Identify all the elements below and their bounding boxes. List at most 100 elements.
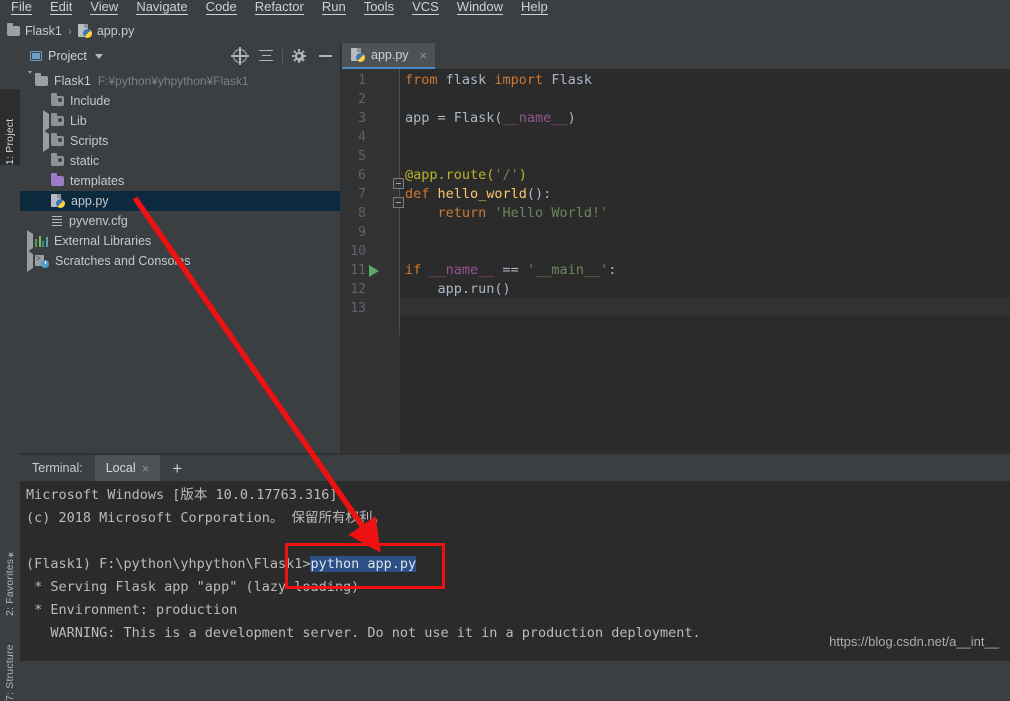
line-number: 6 — [358, 168, 366, 183]
code-token: from — [405, 72, 446, 88]
line-number: 9 — [358, 225, 366, 240]
chevron-right-icon — [42, 110, 49, 132]
source-folder-icon — [51, 113, 64, 126]
close-icon[interactable]: × — [142, 461, 150, 476]
code-line: app = Flask(__name__) — [405, 109, 1010, 128]
tree-node-flask1[interactable]: Flask1 F:¥python¥yhpython¥Flask1 — [20, 71, 342, 91]
tree-node-label: Scratches and Consoles — [55, 254, 191, 268]
tree-node-include[interactable]: Include — [20, 91, 342, 111]
line-number: 11 — [350, 263, 366, 278]
code-line: def hello_world(): — [405, 185, 1010, 204]
terminal-line: * Serving Flask app "app" (lazy loading) — [26, 579, 360, 595]
menu-item-label: Code — [205, 0, 237, 15]
tree-node-pyvenv-cfg[interactable]: pyvenv.cfg — [20, 211, 342, 231]
menu-item-label: Edit — [49, 0, 73, 15]
scratches-icon — [35, 254, 49, 268]
tree-node-lib[interactable]: Lib — [20, 110, 342, 132]
tool-tab-favorites[interactable]: 2: Favorites ★ — [0, 530, 20, 616]
code-token: app.run() — [405, 281, 511, 297]
tool-tab-project[interactable]: 1: Project — [0, 89, 20, 165]
chevron-right-icon — [26, 250, 33, 272]
menu-item-window[interactable]: Window — [448, 0, 512, 16]
project-panel: Project Flask1 F:¥python¥yhpython¥Flask1… — [20, 43, 342, 455]
project-title-label: Project — [48, 49, 87, 63]
folder-icon — [35, 73, 48, 86]
close-icon[interactable]: × — [420, 49, 428, 62]
left-tool-strip: 1: Project 2: Favorites ★ 7: Structure — [0, 43, 21, 701]
project-settings-button[interactable] — [286, 44, 312, 68]
fold-marker-icon[interactable] — [393, 197, 404, 208]
tree-expander[interactable] — [24, 71, 35, 88]
breadcrumb: Flask1 › app.py — [0, 18, 1010, 43]
code-token: flask — [445, 72, 495, 88]
code-text[interactable]: from flask import Flask app = Flask(__na… — [405, 69, 1010, 455]
breadcrumb-project[interactable]: Flask1 — [7, 22, 62, 38]
new-terminal-button[interactable]: + — [160, 455, 194, 481]
code-token: ) — [518, 167, 527, 183]
tree-node-external-libraries[interactable]: External Libraries — [20, 230, 342, 252]
menu-item-label: File — [11, 0, 32, 15]
code-line: if __name__ == '__main__': — [405, 261, 1010, 280]
tool-tab-structure[interactable]: 7: Structure — [0, 621, 20, 701]
menu-item-tools[interactable]: Tools — [355, 0, 403, 16]
collapse-all-button[interactable] — [253, 44, 279, 68]
menu-item-label: Tools — [363, 0, 395, 15]
tree-node-label: Scripts — [70, 134, 109, 148]
code-area[interactable]: 1 2 3 4 5 6 7 8 9 10 11 12 13 from flask import Flas… — [342, 69, 1010, 455]
line-number: 10 — [350, 244, 366, 259]
breadcrumb-file-label: app.py — [96, 23, 135, 38]
code-token: __name__ — [502, 110, 568, 126]
code-token: __name__ — [429, 262, 495, 278]
menu-item-navigate[interactable]: Navigate — [127, 0, 196, 16]
tree-expander[interactable] — [40, 130, 51, 152]
tree-node-scripts[interactable]: Scripts — [20, 130, 342, 152]
tree-node-app-py[interactable]: app.py — [20, 191, 342, 211]
python-file-icon — [77, 23, 92, 38]
menu-item-file[interactable]: File — [2, 0, 41, 16]
chevron-down-icon — [25, 71, 34, 88]
project-tree[interactable]: Flask1 F:¥python¥yhpython¥Flask1 Include Li… — [20, 71, 342, 455]
menu-item-edit[interactable]: Edit — [41, 0, 81, 16]
hide-panel-button[interactable] — [312, 44, 338, 68]
tree-expander[interactable] — [24, 230, 35, 252]
tree-node-path: F:¥python¥yhpython¥Flask1 — [97, 74, 249, 88]
plus-icon: + — [172, 458, 183, 478]
chevron-down-icon[interactable] — [94, 53, 103, 59]
minimize-icon — [318, 55, 332, 57]
folder-icon — [7, 22, 20, 36]
terminal-tab-local[interactable]: Local × — [94, 455, 161, 481]
tree-node-scratches-and-consoles[interactable]: Scratches and Consoles — [20, 250, 342, 272]
line-number: 3 — [358, 111, 366, 126]
locate-file-button[interactable] — [227, 44, 253, 68]
line-number: 7 — [358, 187, 366, 202]
menu-item-vcs[interactable]: VCS — [403, 0, 448, 16]
code-line: app.run() — [405, 280, 1010, 299]
tree-expander[interactable] — [40, 110, 51, 132]
editor-gutter[interactable]: 1 2 3 4 5 6 7 8 9 10 11 12 13 — [342, 69, 400, 455]
menu-item-label: Window — [456, 0, 504, 15]
breadcrumb-file[interactable]: app.py — [77, 23, 135, 38]
tree-expander[interactable] — [24, 250, 35, 272]
menu-item-label: Navigate — [136, 0, 188, 15]
menu-item-help[interactable]: Help — [512, 0, 557, 16]
menu-item-run[interactable]: Run — [313, 0, 355, 16]
menu-item-refactor[interactable]: Refactor — [246, 0, 313, 16]
tree-node-templates[interactable]: templates — [20, 171, 342, 191]
run-gutter-icon[interactable] — [369, 265, 379, 277]
project-title[interactable]: Project — [30, 49, 103, 63]
fold-marker-icon[interactable] — [393, 178, 404, 189]
project-toolbar: Project — [20, 43, 342, 69]
menu-item-code[interactable]: Code — [197, 0, 246, 16]
menu-item-view[interactable]: View — [81, 0, 127, 16]
breadcrumb-project-label: Flask1 — [25, 23, 62, 38]
editor-tab-app-py[interactable]: app.py × — [342, 43, 436, 69]
code-token: @app.route( — [405, 167, 495, 183]
tree-node-label: static — [70, 154, 100, 168]
editor-area: app.py × 1 2 3 4 5 6 7 8 9 10 11 12 13 from flask im… — [342, 43, 1010, 455]
line-number: 2 — [358, 92, 366, 107]
code-token: (): — [526, 186, 552, 202]
tool-tab-project-label: 1: Project — [4, 118, 16, 165]
tree-node-static[interactable]: static — [20, 151, 342, 171]
